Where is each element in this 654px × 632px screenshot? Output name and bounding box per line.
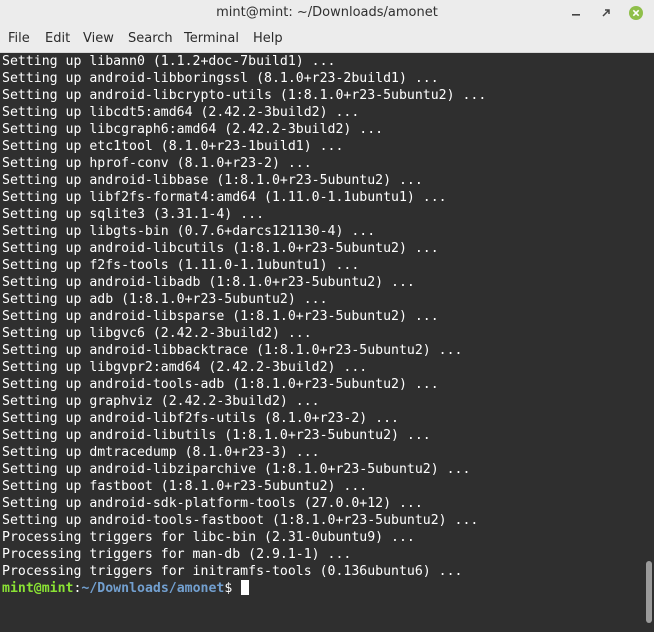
- output-line: Setting up libf2fs-format4:amd64 (1.11.0…: [2, 190, 447, 205]
- output-line: Setting up android-libadb (1:8.1.0+r23-5…: [2, 275, 415, 290]
- maximize-button[interactable]: [597, 4, 615, 22]
- menu-search[interactable]: Search: [128, 31, 173, 46]
- output-line: Processing triggers for libc-bin (2.31-0…: [2, 530, 415, 545]
- prompt-symbol: $: [224, 581, 241, 596]
- output-line: Setting up libann0 (1.1.2+doc-7build1) .…: [2, 54, 336, 69]
- output-line: Processing triggers for man-db (2.9.1-1)…: [2, 547, 352, 562]
- output-line: Setting up android-libutils (1:8.1.0+r23…: [2, 428, 431, 443]
- output-line: Setting up android-libcutils (1:8.1.0+r2…: [2, 241, 439, 256]
- output-line: Setting up android-libbacktrace (1:8.1.0…: [2, 343, 463, 358]
- minimize-button[interactable]: [567, 4, 585, 22]
- terminal-window: mint@mint: ~/Downloads/amonet File Edit …: [0, 0, 654, 632]
- output-line: Setting up f2fs-tools (1.11.0-1.1ubuntu1…: [2, 258, 360, 273]
- output-line: Setting up libcdt5:amd64 (2.42.2-3build2…: [2, 105, 360, 120]
- output-line: Processing triggers for initramfs-tools …: [2, 564, 463, 579]
- output-line: Setting up android-libcrypto-utils (1:8.…: [2, 88, 487, 103]
- vertical-scrollbar[interactable]: [644, 53, 654, 632]
- output-line: Setting up android-libziparchive (1:8.1.…: [2, 462, 471, 477]
- output-line: Setting up adb (1:8.1.0+r23-5ubuntu2) ..…: [2, 292, 328, 307]
- maximize-icon: [602, 9, 610, 17]
- window-title: mint@mint: ~/Downloads/amonet: [216, 5, 438, 20]
- title-bar[interactable]: mint@mint: ~/Downloads/amonet: [0, 0, 654, 26]
- output-line: Setting up android-tools-adb (1:8.1.0+r2…: [2, 377, 439, 392]
- close-button[interactable]: [627, 4, 645, 22]
- output-line: Setting up android-sdk-platform-tools (2…: [2, 496, 423, 511]
- output-line: Setting up graphviz (2.42.2-3build2) ...: [2, 394, 320, 409]
- output-line: Setting up libgvc6 (2.42.2-3build2) ...: [2, 326, 312, 341]
- menu-bar: File Edit View Search Terminal Help: [0, 26, 654, 53]
- output-line: Setting up android-libf2fs-utils (8.1.0+…: [2, 411, 399, 426]
- menu-terminal[interactable]: Terminal: [184, 31, 239, 46]
- output-line: Setting up libgts-bin (0.7.6+darcs121130…: [2, 224, 376, 239]
- output-line: Setting up libcgraph6:amd64 (2.42.2-3bui…: [2, 122, 384, 137]
- output-line: Setting up libgvpr2:amd64 (2.42.2-3build…: [2, 360, 368, 375]
- close-icon: [629, 6, 643, 20]
- prompt-path: ~/Downloads/amonet: [81, 581, 225, 596]
- menu-help[interactable]: Help: [253, 31, 283, 46]
- text-cursor: [241, 580, 250, 595]
- terminal-output[interactable]: Setting up libann0 (1.1.2+doc-7build1) .…: [0, 53, 644, 632]
- prompt-user-host: mint@mint: [2, 581, 74, 596]
- menu-view[interactable]: View: [83, 31, 114, 46]
- output-line: Setting up android-libsparse (1:8.1.0+r2…: [2, 309, 439, 324]
- output-line: Setting up dmtracedump (8.1.0+r23-3) ...: [2, 445, 320, 460]
- scrollbar-thumb[interactable]: [646, 561, 652, 623]
- output-line: Setting up sqlite3 (3.31.1-4) ...: [2, 207, 265, 222]
- menu-edit[interactable]: Edit: [45, 31, 70, 46]
- minimize-icon: [572, 14, 580, 16]
- output-line: Setting up android-libboringssl (8.1.0+r…: [2, 71, 439, 86]
- output-line: Setting up fastboot (1:8.1.0+r23-5ubuntu…: [2, 479, 368, 494]
- output-line: Setting up hprof-conv (8.1.0+r23-2) ...: [2, 156, 312, 171]
- output-line: Setting up etc1tool (8.1.0+r23-1build1) …: [2, 139, 344, 154]
- output-line: Setting up android-libbase (1:8.1.0+r23-…: [2, 173, 423, 188]
- prompt-line[interactable]: mint@mint:~/Downloads/amonet$: [2, 580, 250, 597]
- menu-file[interactable]: File: [8, 31, 30, 46]
- output-line: Setting up android-tools-fastboot (1:8.1…: [2, 513, 479, 528]
